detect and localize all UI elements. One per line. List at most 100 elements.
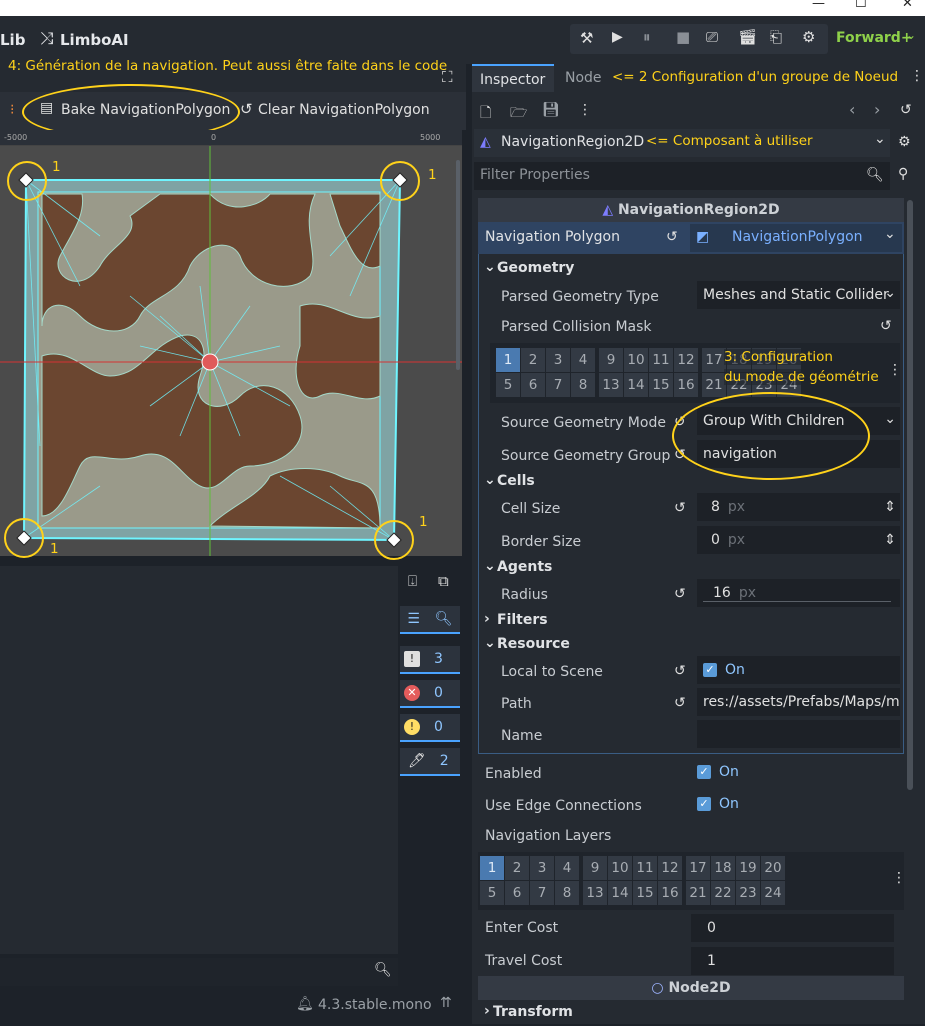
- menu-icon[interactable]: ⋮: [910, 68, 924, 84]
- notification-icon[interactable]: 🔔︎: [296, 996, 314, 1012]
- navpoly-edit-icon[interactable]: ⁝: [10, 102, 14, 118]
- distraction-free-icon[interactable]: ⛶: [442, 68, 453, 86]
- mask-cell[interactable]: 6: [521, 373, 545, 397]
- history-icon[interactable]: ↺: [900, 102, 912, 118]
- clear-navpoly-button[interactable]: Clear NavigationPolygon: [258, 102, 430, 118]
- nav-poly-resource[interactable]: ◩ NavigationPolygon ⌄: [690, 224, 902, 252]
- mask-cell[interactable]: 4: [571, 348, 595, 372]
- layer-cell[interactable]: 24: [761, 881, 785, 905]
- filter-icon[interactable]: ☰: [407, 611, 420, 627]
- layer-cell[interactable]: 2: [505, 856, 529, 880]
- layer-cell[interactable]: 8: [555, 881, 579, 905]
- play-icon[interactable]: ▶: [612, 29, 623, 45]
- revert-icon[interactable]: ↺: [674, 663, 686, 679]
- cell-size-spinbox[interactable]: 8 px ⇕: [697, 493, 900, 521]
- enabled-checkbox[interactable]: ✓ On: [691, 758, 894, 786]
- layer-cell[interactable]: 14: [608, 881, 632, 905]
- mask-cell[interactable]: 10: [624, 348, 648, 372]
- layer-cell[interactable]: 20: [761, 856, 785, 880]
- more-icon[interactable]: ⋮: [888, 362, 902, 378]
- mask-cell[interactable]: 16: [674, 373, 698, 397]
- pause-icon[interactable]: ⏸: [643, 28, 651, 46]
- mask-cell[interactable]: 14: [624, 373, 648, 397]
- settings-icon[interactable]: ⚙: [898, 134, 911, 150]
- tab-inspector[interactable]: Inspector: [472, 64, 554, 92]
- section-filters[interactable]: › Filters: [478, 610, 904, 634]
- stop-icon[interactable]: ■: [676, 28, 690, 46]
- viewport-scrollbar[interactable]: [456, 160, 460, 370]
- more-icon[interactable]: ⋮: [892, 870, 906, 886]
- layer-cell[interactable]: 13: [583, 881, 607, 905]
- save-icon[interactable]: 💾︎: [542, 102, 560, 118]
- mask-cell[interactable]: 11: [649, 348, 673, 372]
- mask-cell[interactable]: 1: [496, 348, 520, 372]
- layer-cell[interactable]: 7: [530, 881, 554, 905]
- layer-cell[interactable]: 3: [530, 856, 554, 880]
- layer-cell[interactable]: 19: [736, 856, 760, 880]
- name-input[interactable]: [697, 720, 900, 748]
- clear-output-icon[interactable]: ⍗: [408, 572, 417, 590]
- back-icon[interactable]: ‹: [849, 100, 855, 119]
- forward-icon[interactable]: ›: [874, 100, 880, 119]
- canvas-viewport[interactable]: [0, 146, 462, 556]
- local-to-scene-checkbox[interactable]: ✓ On: [697, 656, 900, 684]
- revert-icon[interactable]: ↺: [674, 500, 686, 516]
- layer-cell[interactable]: 11: [633, 856, 657, 880]
- layer-cell[interactable]: 21: [686, 881, 710, 905]
- open-folder-icon[interactable]: 🗁︎: [510, 102, 527, 126]
- layer-cell[interactable]: 18: [711, 856, 735, 880]
- mask-cell[interactable]: 7: [546, 373, 570, 397]
- mask-cell[interactable]: 17: [702, 348, 726, 372]
- layer-cell[interactable]: 23: [736, 881, 760, 905]
- remote-debug-icon[interactable]: ⎚: [706, 28, 718, 46]
- layer-cell[interactable]: 4: [555, 856, 579, 880]
- layer-cell[interactable]: 17: [686, 856, 710, 880]
- section-transform[interactable]: › Transform: [478, 1002, 904, 1026]
- maximize-icon[interactable]: ☐: [855, 0, 867, 11]
- layer-cell[interactable]: 22: [711, 881, 735, 905]
- toggle-warnings-button[interactable]: ! 0: [400, 714, 460, 742]
- asset-lib-tab[interactable]: Lib: [0, 31, 25, 49]
- limboai-tab[interactable]: LimboAI: [60, 31, 129, 49]
- revert-icon[interactable]: ↺: [674, 586, 686, 602]
- copy-icon[interactable]: ⧉: [438, 572, 449, 590]
- mask-cell[interactable]: 5: [496, 373, 520, 397]
- spinner-icon[interactable]: ⇕: [884, 526, 896, 554]
- spinner-icon[interactable]: ⇕: [884, 493, 896, 521]
- filter-options-icon[interactable]: ⚲: [898, 166, 908, 182]
- search-icon[interactable]: 🔍︎: [435, 611, 453, 627]
- mask-cell[interactable]: 3: [546, 348, 570, 372]
- layer-cell[interactable]: 12: [658, 856, 682, 880]
- toggle-messages-button[interactable]: ! 3: [400, 646, 460, 674]
- hammer-icon[interactable]: ⚒: [580, 29, 593, 47]
- border-size-spinbox[interactable]: 0 px ⇕: [697, 526, 900, 554]
- new-resource-icon[interactable]: 🗋︎: [480, 102, 491, 126]
- layer-cell[interactable]: 9: [583, 856, 607, 880]
- layer-cell[interactable]: 1: [480, 856, 504, 880]
- mask-cell[interactable]: 13: [599, 373, 623, 397]
- edge-connections-checkbox[interactable]: ✓ On: [691, 790, 894, 818]
- section-cells[interactable]: ⌄ Cells: [478, 471, 904, 495]
- travel-cost-input[interactable]: 1: [691, 947, 894, 975]
- section-geometry[interactable]: ⌄ Geometry: [478, 258, 904, 282]
- layer-cell[interactable]: 10: [608, 856, 632, 880]
- layer-cell[interactable]: 6: [505, 881, 529, 905]
- path-input[interactable]: res://assets/Prefabs/Maps/m: [697, 688, 900, 716]
- enter-cost-input[interactable]: 0: [691, 914, 894, 942]
- movie-maker-icon[interactable]: ⚙: [802, 28, 815, 46]
- play-custom-scene-icon[interactable]: ⎗: [770, 28, 782, 46]
- more-icon[interactable]: ⋮: [578, 102, 592, 118]
- filter-properties-input[interactable]: Filter Properties 🔍︎: [474, 162, 890, 190]
- revert-icon[interactable]: ↺: [674, 695, 686, 711]
- mask-cell[interactable]: 15: [649, 373, 673, 397]
- layer-cell[interactable]: 16: [658, 881, 682, 905]
- minimize-icon[interactable]: —: [812, 0, 825, 11]
- toggle-editor-messages-button[interactable]: 🖊︎ 2: [400, 748, 460, 776]
- inspector-scrollbar[interactable]: [907, 200, 913, 790]
- section-resource[interactable]: ⌄ Resource: [478, 634, 904, 658]
- tab-node[interactable]: Node: [565, 64, 602, 92]
- section-agents[interactable]: ⌄ Agents: [478, 557, 904, 581]
- mask-cell[interactable]: 12: [674, 348, 698, 372]
- revert-icon[interactable]: ↺: [880, 318, 892, 334]
- output-filter-field[interactable]: 🔍︎: [0, 958, 398, 986]
